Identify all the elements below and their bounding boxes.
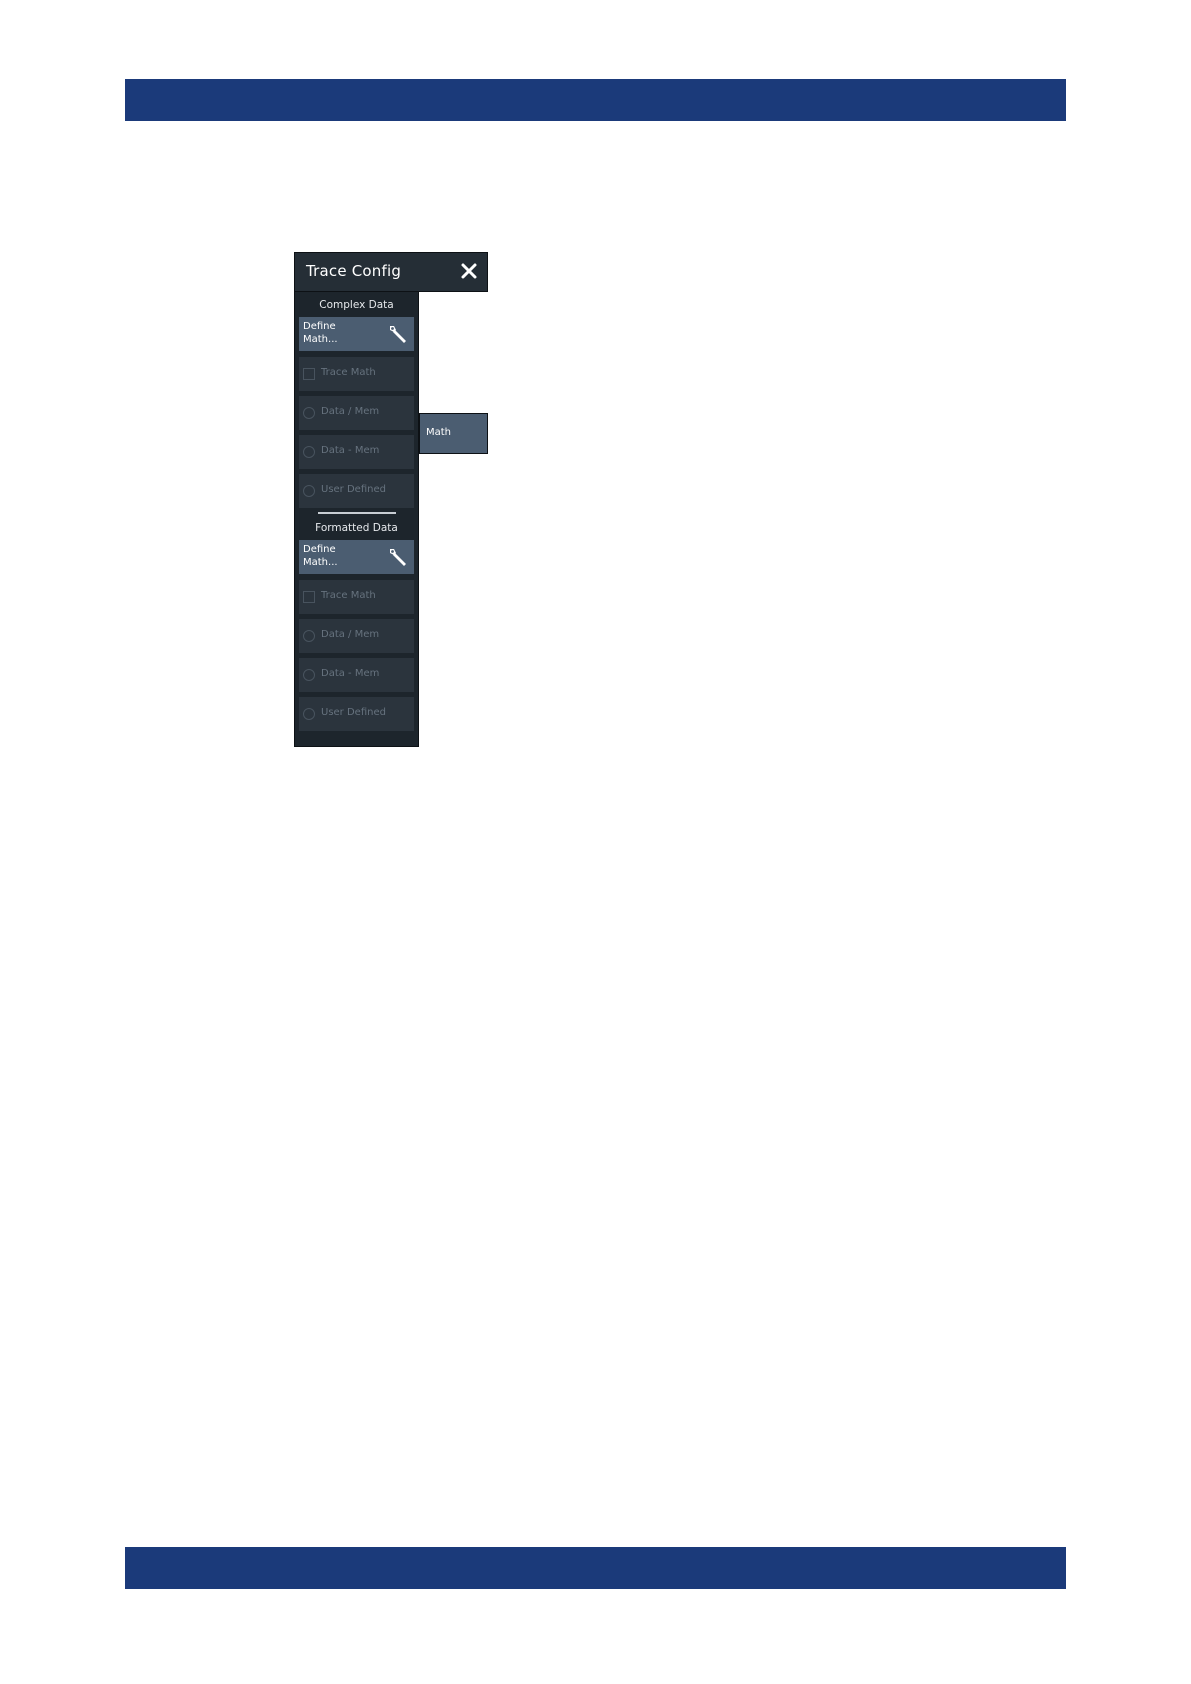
math-tab[interactable]: Math — [419, 413, 488, 454]
user-defined-label: User Defined — [321, 484, 386, 495]
trace-math-label: Trace Math — [321, 367, 376, 378]
complex-data-div-mem-option[interactable]: Data / Mem — [299, 396, 414, 430]
radio-button[interactable] — [303, 669, 315, 681]
data-minus-mem-label: Data - Mem — [321, 445, 380, 456]
complex-data-minus-mem-option[interactable]: Data - Mem — [299, 435, 414, 469]
radio-button[interactable] — [303, 708, 315, 720]
math-tab-label: Math — [426, 427, 452, 438]
formatted-data-minus-mem-option[interactable]: Data - Mem — [299, 658, 414, 692]
radio-button[interactable] — [303, 446, 315, 458]
complex-define-math-button[interactable]: Define Math... — [299, 317, 414, 351]
user-defined-label: User Defined — [321, 707, 386, 718]
complex-data-heading: Complex Data — [319, 299, 394, 311]
data-div-mem-label: Data / Mem — [321, 629, 380, 640]
data-div-mem-label: Data / Mem — [321, 406, 380, 417]
wrench-icon — [387, 546, 409, 572]
section-divider — [318, 512, 396, 514]
radio-button[interactable] — [303, 407, 315, 419]
formatted-data-heading: Formatted Data — [315, 522, 398, 534]
wrench-icon — [387, 323, 409, 349]
formatted-define-math-button[interactable]: Define Math... — [299, 540, 414, 574]
dialog-title-bar: Trace Config — [294, 252, 488, 292]
checkbox[interactable] — [303, 591, 315, 603]
dialog-title: Trace Config — [306, 262, 402, 280]
page-header-bar — [125, 79, 1066, 121]
formatted-data-div-mem-option[interactable]: Data / Mem — [299, 619, 414, 653]
checkbox[interactable] — [303, 368, 315, 380]
trace-config-panel: Complex Data Define Math... Trace Math D… — [294, 252, 419, 747]
radio-button[interactable] — [303, 630, 315, 642]
trace-math-label: Trace Math — [321, 590, 376, 601]
complex-user-defined-option[interactable]: User Defined — [299, 474, 414, 508]
radio-button[interactable] — [303, 485, 315, 497]
define-math-label: Define Math... — [303, 321, 338, 345]
formatted-trace-math-toggle[interactable]: Trace Math — [299, 580, 414, 614]
data-minus-mem-label: Data - Mem — [321, 668, 380, 679]
define-math-label: Define Math... — [303, 544, 338, 568]
page-footer-bar — [125, 1547, 1066, 1589]
close-icon[interactable] — [460, 261, 478, 281]
complex-trace-math-toggle[interactable]: Trace Math — [299, 357, 414, 391]
formatted-user-defined-option[interactable]: User Defined — [299, 697, 414, 731]
